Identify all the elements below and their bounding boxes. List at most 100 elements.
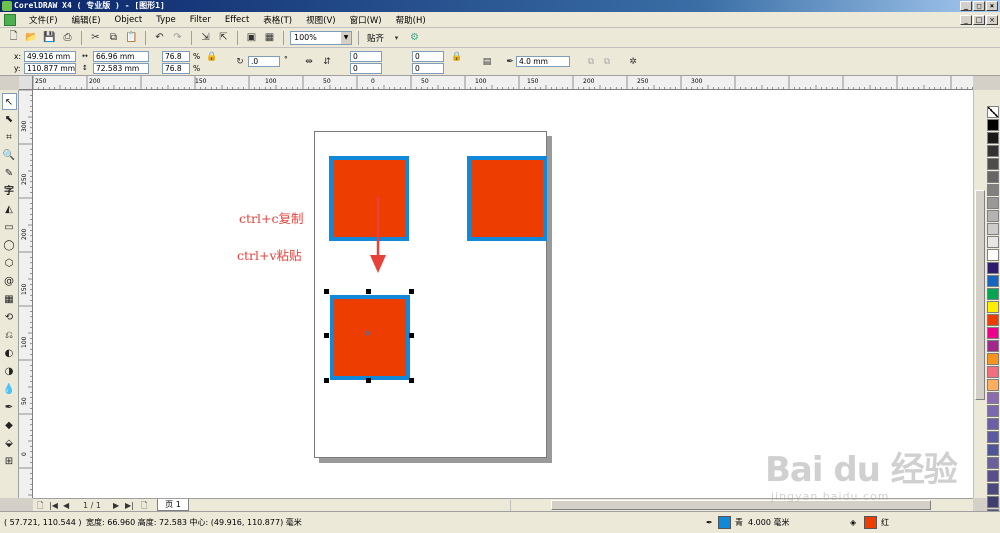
menu-window[interactable]: 窗口(W)	[343, 14, 389, 26]
undo-icon[interactable]: ↶	[152, 30, 167, 45]
selection-handle[interactable]	[366, 289, 371, 294]
connector-tool-icon[interactable]: ⎌	[2, 327, 17, 344]
palette-swatch[interactable]	[986, 119, 999, 131]
save-icon[interactable]: 💾	[42, 30, 57, 45]
last-page-icon[interactable]: ▶|	[125, 500, 134, 511]
menu-help[interactable]: 帮助(H)	[389, 14, 433, 26]
lock-ratio-icon[interactable]: 🔒	[205, 50, 219, 64]
redo-icon[interactable]: ↷	[170, 30, 185, 45]
document-icon[interactable]	[4, 13, 16, 26]
selection-handle[interactable]	[409, 378, 414, 383]
corner-1-input[interactable]: 0	[350, 51, 382, 62]
drawing-canvas[interactable]: × ctrl+c复制 ctrl+v粘贴	[33, 90, 973, 498]
spiral-tool-icon[interactable]: @	[2, 273, 17, 290]
palette-swatch[interactable]	[986, 340, 999, 352]
menu-object[interactable]: Object	[108, 15, 150, 25]
palette-swatch[interactable]	[986, 184, 999, 196]
corner-2-input[interactable]: 0	[412, 51, 444, 62]
palette-swatch[interactable]	[986, 275, 999, 287]
paste-icon[interactable]: 📋	[124, 30, 139, 45]
ruler-origin[interactable]	[19, 76, 33, 90]
prev-page-icon[interactable]: ◀	[63, 500, 69, 511]
palette-swatch[interactable]	[986, 132, 999, 144]
new-document-icon[interactable]: 🗋	[6, 30, 21, 45]
convert-to-curves-icon[interactable]: ✲	[626, 55, 640, 69]
scale-x-input[interactable]: 76.8	[162, 51, 190, 62]
doc-restore-button[interactable]: □	[973, 15, 985, 25]
export-icon[interactable]: ⇱	[216, 30, 231, 45]
moved-rectangle[interactable]	[467, 156, 547, 241]
mesh-fill-icon[interactable]: ⊞	[2, 453, 17, 470]
selection-handle[interactable]	[324, 378, 329, 383]
palette-swatch[interactable]	[986, 301, 999, 313]
selection-handle[interactable]	[409, 289, 414, 294]
width-input[interactable]: 66.96 mm	[93, 51, 149, 62]
options-icon[interactable]: ⚙	[407, 30, 422, 45]
palette-swatch[interactable]	[986, 210, 999, 222]
menu-type[interactable]: Type	[149, 15, 183, 25]
corel-online-icon[interactable]: ▦	[262, 30, 277, 45]
height-input[interactable]: 72.583 mm	[93, 63, 149, 74]
snap-to-button[interactable]: 贴齐	[365, 32, 386, 44]
palette-swatch[interactable]	[986, 327, 999, 339]
ellipse-tool-icon[interactable]: ◯	[2, 237, 17, 254]
text-tool-icon[interactable]: 字	[2, 183, 17, 200]
corner-4-input[interactable]: 0	[412, 63, 444, 74]
palette-swatch[interactable]	[986, 405, 999, 417]
menu-edit[interactable]: 编辑(E)	[65, 14, 108, 26]
fill-color-swatch[interactable]	[864, 516, 877, 529]
maximize-button[interactable]: □	[973, 1, 985, 11]
palette-swatch[interactable]	[986, 366, 999, 378]
first-page-icon[interactable]: |◀	[49, 500, 58, 511]
crop-tool-icon[interactable]: ⌗	[2, 129, 17, 146]
table-tool-icon[interactable]: ▦	[2, 291, 17, 308]
palette-swatch[interactable]	[986, 418, 999, 430]
outline-width-select[interactable]: 4.0 mm	[516, 56, 570, 67]
horizontal-ruler[interactable]: 250 200 150 100 50 0 50 100 150 200 250 …	[33, 76, 973, 90]
print-icon[interactable]: ⎙	[60, 30, 75, 45]
vertical-ruler[interactable]: 300 250 200 150 100 50 0	[19, 90, 33, 498]
vertical-scrollbar[interactable]	[973, 90, 985, 498]
fill-tool-icon[interactable]: ◆	[2, 417, 17, 434]
menu-table[interactable]: 表格(T)	[256, 14, 299, 26]
to-back-icon[interactable]: ⧉	[600, 55, 614, 69]
selection-handle[interactable]	[409, 333, 414, 338]
next-page-icon[interactable]: ▶	[113, 500, 119, 511]
doc-close-button[interactable]: ×	[986, 15, 998, 25]
menu-effect[interactable]: Effect	[218, 15, 256, 25]
palette-swatch[interactable]	[986, 288, 999, 300]
page-tab[interactable]: 页 1	[157, 499, 189, 511]
minimize-button[interactable]: _	[960, 1, 972, 11]
palette-swatch[interactable]	[986, 223, 999, 235]
scale-y-input[interactable]: 76.8	[162, 63, 190, 74]
rectangle-tool-icon[interactable]: ▭	[2, 219, 17, 236]
cut-icon[interactable]: ✂	[88, 30, 103, 45]
palette-swatch[interactable]	[986, 392, 999, 404]
palette-swatch[interactable]	[986, 236, 999, 248]
palette-swatch[interactable]	[986, 171, 999, 183]
palette-swatch[interactable]	[986, 249, 999, 261]
x-position-input[interactable]: 49.916 mm	[24, 51, 76, 62]
outline-tool-icon[interactable]: ✒	[2, 399, 17, 416]
blend-tool-icon[interactable]: ◐	[2, 345, 17, 362]
corner-3-input[interactable]: 0	[350, 63, 382, 74]
dimension-tool-icon[interactable]: ⟲	[2, 309, 17, 326]
open-folder-icon[interactable]: 📂	[24, 30, 39, 45]
menu-filter[interactable]: Filter	[183, 15, 218, 25]
polygon-tool-icon[interactable]: ⬡	[2, 255, 17, 272]
smart-fill-icon[interactable]: ◭	[2, 201, 17, 218]
pick-tool-icon[interactable]: ↖	[1, 93, 17, 110]
page-options-icon[interactable]: 🗋	[37, 500, 43, 511]
copy-icon[interactable]: ⧉	[106, 30, 121, 45]
vertical-scroll-thumb[interactable]	[975, 190, 985, 400]
selection-handle[interactable]	[324, 289, 329, 294]
mirror-horizontal-icon[interactable]: ⇹	[302, 55, 316, 69]
selection-handle[interactable]	[324, 333, 329, 338]
rotation-angle-input[interactable]: .0	[248, 56, 280, 67]
doc-minimize-button[interactable]: _	[960, 15, 972, 25]
palette-swatch[interactable]	[986, 158, 999, 170]
to-front-icon[interactable]: ⧉	[584, 55, 598, 69]
palette-swatch[interactable]	[986, 197, 999, 209]
application-launcher-icon[interactable]: ▣	[244, 30, 259, 45]
snap-dropdown-icon[interactable]: ▾	[389, 30, 404, 45]
